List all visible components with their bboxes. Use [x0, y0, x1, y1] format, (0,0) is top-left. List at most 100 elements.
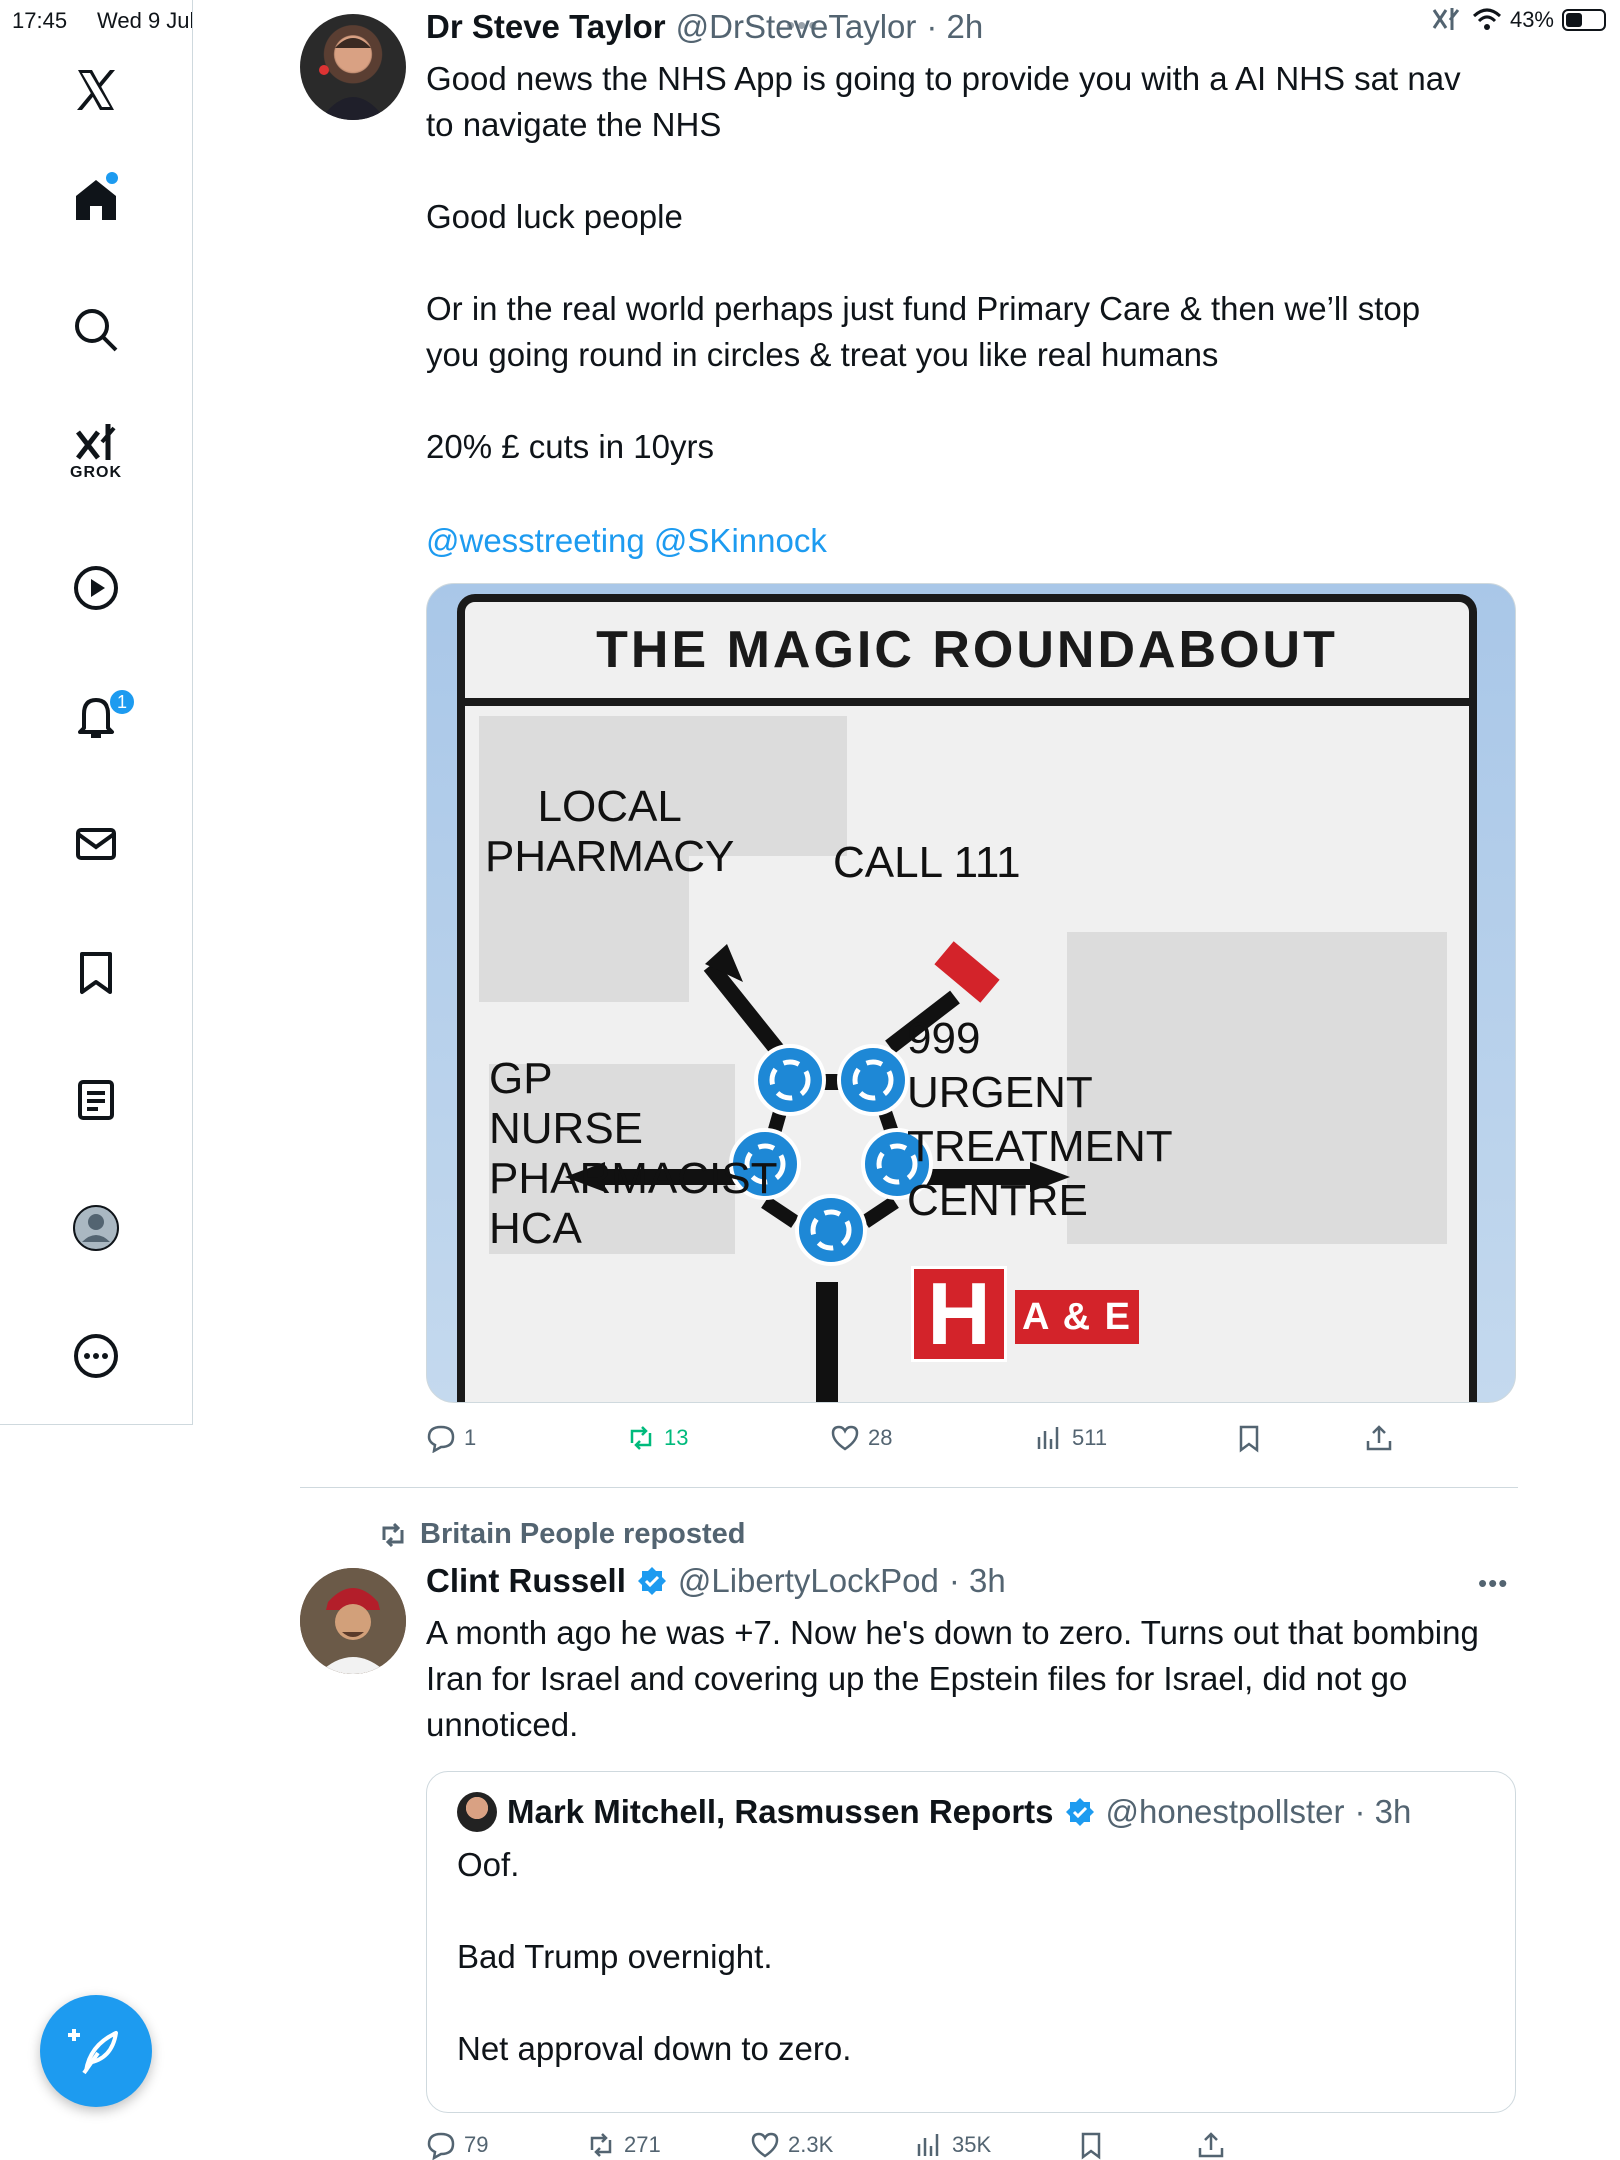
play-circle-icon [74, 566, 118, 610]
author-handle[interactable]: @LibertyLockPod [678, 1562, 939, 1600]
envelope-icon [76, 828, 116, 860]
bookmark-button[interactable] [1234, 1423, 1264, 1453]
sidebar-item-home[interactable] [46, 150, 146, 250]
sidebar-item-more[interactable] [46, 1306, 146, 1406]
post-divider [300, 1487, 1518, 1488]
author-name[interactable]: Clint Russell [426, 1562, 626, 1600]
quote-text: Oof. Bad Trump overnight. Net approval d… [457, 1846, 852, 2067]
reply-icon [427, 1425, 455, 1453]
compose-button[interactable] [40, 1995, 152, 2107]
more-options-icon[interactable]: ••• [1478, 1568, 1508, 1599]
bookmark-icon [1239, 1425, 1259, 1453]
views-count: 35K [952, 2132, 992, 2157]
post-text: Good news the NHS App is going to provid… [426, 60, 1461, 465]
share-icon [1198, 2132, 1224, 2158]
x-logo-icon [77, 70, 115, 110]
verified-badge-icon [637, 1567, 666, 1595]
grok-status-icon [1432, 8, 1460, 30]
notifications-badge: 1 [108, 688, 136, 716]
post-actions: 79 271 2.3K 35K [426, 2130, 1526, 2160]
post-mentions[interactable]: @wesstreeting @SKinnock [426, 518, 827, 564]
like-button[interactable]: 2.3K [750, 2130, 833, 2160]
sign-urgent-list: 999 URGENT TREATMENT CENTRE [907, 1014, 1173, 1225]
reply-count: 1 [464, 1425, 477, 1450]
repost-small-icon [382, 1522, 404, 1547]
sign-call-111: CALL 111 [833, 838, 1021, 887]
avatar-face-icon [319, 36, 386, 120]
views-chart-icon [1037, 1427, 1059, 1449]
sign-ae: A & E [1015, 1290, 1139, 1344]
avatar-face-icon [300, 1568, 406, 1674]
status-right: 43% [1430, 6, 1606, 34]
sidebar-item-bookmarks[interactable] [46, 922, 146, 1022]
wifi-icon [1472, 8, 1501, 30]
sign-hospital-h: H [911, 1264, 1007, 1363]
sidebar-item-profile[interactable] [46, 1178, 146, 1278]
post-actions: 1 13 28 511 [426, 1418, 1526, 1458]
author-avatar[interactable] [300, 1568, 406, 1674]
bookmark-icon [1081, 2132, 1101, 2160]
sidebar-item-messages[interactable] [46, 794, 146, 894]
grok-label: GROK [70, 464, 122, 481]
search-icon [75, 309, 118, 352]
like-count: 2.3K [788, 2132, 834, 2157]
sidebar-item-explore[interactable] [46, 280, 146, 380]
author-name[interactable]: Dr Steve Taylor [426, 8, 666, 46]
reply-count: 79 [464, 2132, 489, 2157]
views-count: 511 [1072, 1425, 1108, 1450]
compose-feather-icon [68, 2029, 118, 2075]
bookmark-button[interactable] [1076, 2130, 1106, 2160]
reply-icon [427, 2132, 455, 2160]
bookmark-icon [80, 952, 112, 994]
sidebar-item-video[interactable] [46, 538, 146, 638]
share-icon [1366, 1425, 1392, 1451]
grok-icon [76, 424, 116, 460]
reply-button[interactable]: 1 [426, 1423, 476, 1453]
roundabout-sign: THE MAGIC ROUNDABOUT LOCAL PHARMACY CALL… [457, 594, 1477, 1402]
repost-context[interactable]: Britain People reposted [378, 1518, 746, 1551]
battery-percent: 43% [1509, 7, 1554, 32]
sidebar-item-notifications[interactable]: 1 [46, 666, 146, 766]
home-unread-dot [106, 172, 118, 184]
repost-button[interactable]: 13 [626, 1423, 688, 1453]
sign-gp-list: GP NURSE PHARMACIST HCA [489, 1054, 778, 1253]
quote-time[interactable]: · 3h [1354, 1793, 1411, 1831]
repost-icon [590, 2133, 612, 2157]
views-chart-icon [917, 2134, 939, 2156]
quote-author-avatar[interactable] [457, 1792, 497, 1832]
repost-icon [630, 1426, 652, 1450]
repost-count: 271 [624, 2132, 661, 2157]
sign-local-pharmacy: LOCAL PHARMACY [485, 782, 735, 881]
repost-button[interactable]: 271 [586, 2130, 661, 2160]
post-header: Dr Steve Taylor @DrSteveTaylor · 2h [426, 8, 983, 46]
sidebar-item-lists[interactable] [46, 1050, 146, 1150]
list-icon [78, 1080, 114, 1120]
quote-header: Mark Mitchell, Rasmussen Reports @honest… [457, 1792, 1411, 1832]
x-logo[interactable] [46, 40, 146, 140]
verified-badge-icon [1065, 1798, 1094, 1826]
like-count: 28 [868, 1425, 893, 1450]
heart-icon [751, 2132, 779, 2158]
post-time[interactable]: · 3h [949, 1562, 1006, 1600]
views-button[interactable]: 35K [914, 2130, 991, 2160]
quote-author-handle[interactable]: @honestpollster [1106, 1793, 1345, 1831]
sidebar-item-grok[interactable]: GROK [46, 400, 146, 500]
post-image[interactable]: THE MAGIC ROUNDABOUT LOCAL PHARMACY CALL… [426, 583, 1516, 1403]
share-button[interactable] [1196, 2130, 1226, 2160]
quoted-post[interactable]: Mark Mitchell, Rasmussen Reports @honest… [426, 1771, 1516, 2113]
views-button[interactable]: 511 [1034, 1423, 1107, 1453]
author-avatar[interactable] [300, 14, 406, 120]
author-handle[interactable]: @DrSteveTaylor [676, 8, 917, 46]
more-circle-icon [74, 1334, 118, 1378]
quote-author-name[interactable]: Mark Mitchell, Rasmussen Reports [507, 1793, 1054, 1831]
heart-icon [831, 1425, 859, 1451]
post-time[interactable]: · 2h [926, 8, 983, 46]
like-button[interactable]: 28 [830, 1423, 892, 1453]
post-text: A month ago he was +7. Now he's down to … [426, 1614, 1479, 1743]
reply-button[interactable]: 79 [426, 2130, 488, 2160]
share-button[interactable] [1364, 1423, 1394, 1453]
battery-icon [1562, 9, 1606, 31]
post-header: Clint Russell @LibertyLockPod · 3h [426, 1562, 1006, 1600]
profile-avatar-icon [73, 1205, 119, 1251]
repost-count: 13 [664, 1425, 689, 1450]
